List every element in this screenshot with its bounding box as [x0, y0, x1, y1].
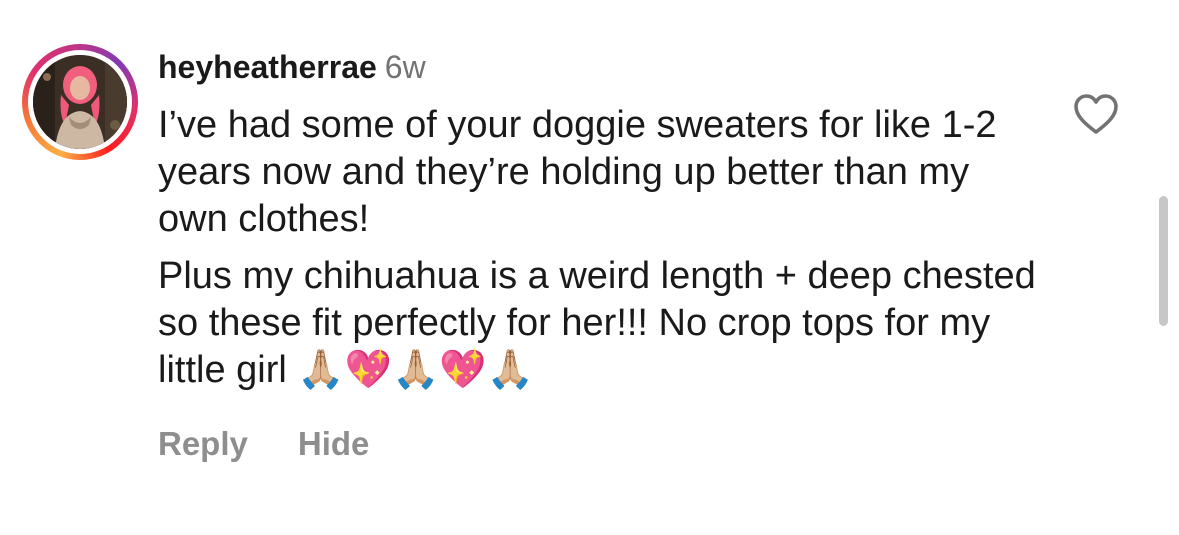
hide-button[interactable]: Hide	[298, 425, 370, 462]
comment-age: 6w	[384, 49, 426, 85]
story-ring[interactable]	[22, 44, 138, 160]
scrollbar[interactable]	[1159, 196, 1168, 326]
comment-header: heyheatherrae 6w	[158, 48, 426, 86]
heart-outline-icon	[1074, 94, 1118, 134]
avatar-gap	[28, 50, 132, 154]
comment-text: I’ve had some of your doggie sweaters fo…	[158, 102, 1038, 394]
comment-paragraph: I’ve had some of your doggie sweaters fo…	[158, 104, 997, 240]
comment-paragraph: Plus my chihuahua is a weird length + de…	[158, 255, 1036, 391]
avatar[interactable]	[33, 55, 127, 149]
avatar-photo	[33, 55, 127, 149]
comment-actions: Reply Hide	[158, 424, 369, 464]
username-link[interactable]: heyheatherrae	[158, 49, 377, 85]
like-button[interactable]	[1072, 92, 1120, 136]
reply-button[interactable]: Reply	[158, 425, 248, 462]
comment-item: heyheatherrae 6w I’ve had some of your do…	[0, 0, 1179, 535]
